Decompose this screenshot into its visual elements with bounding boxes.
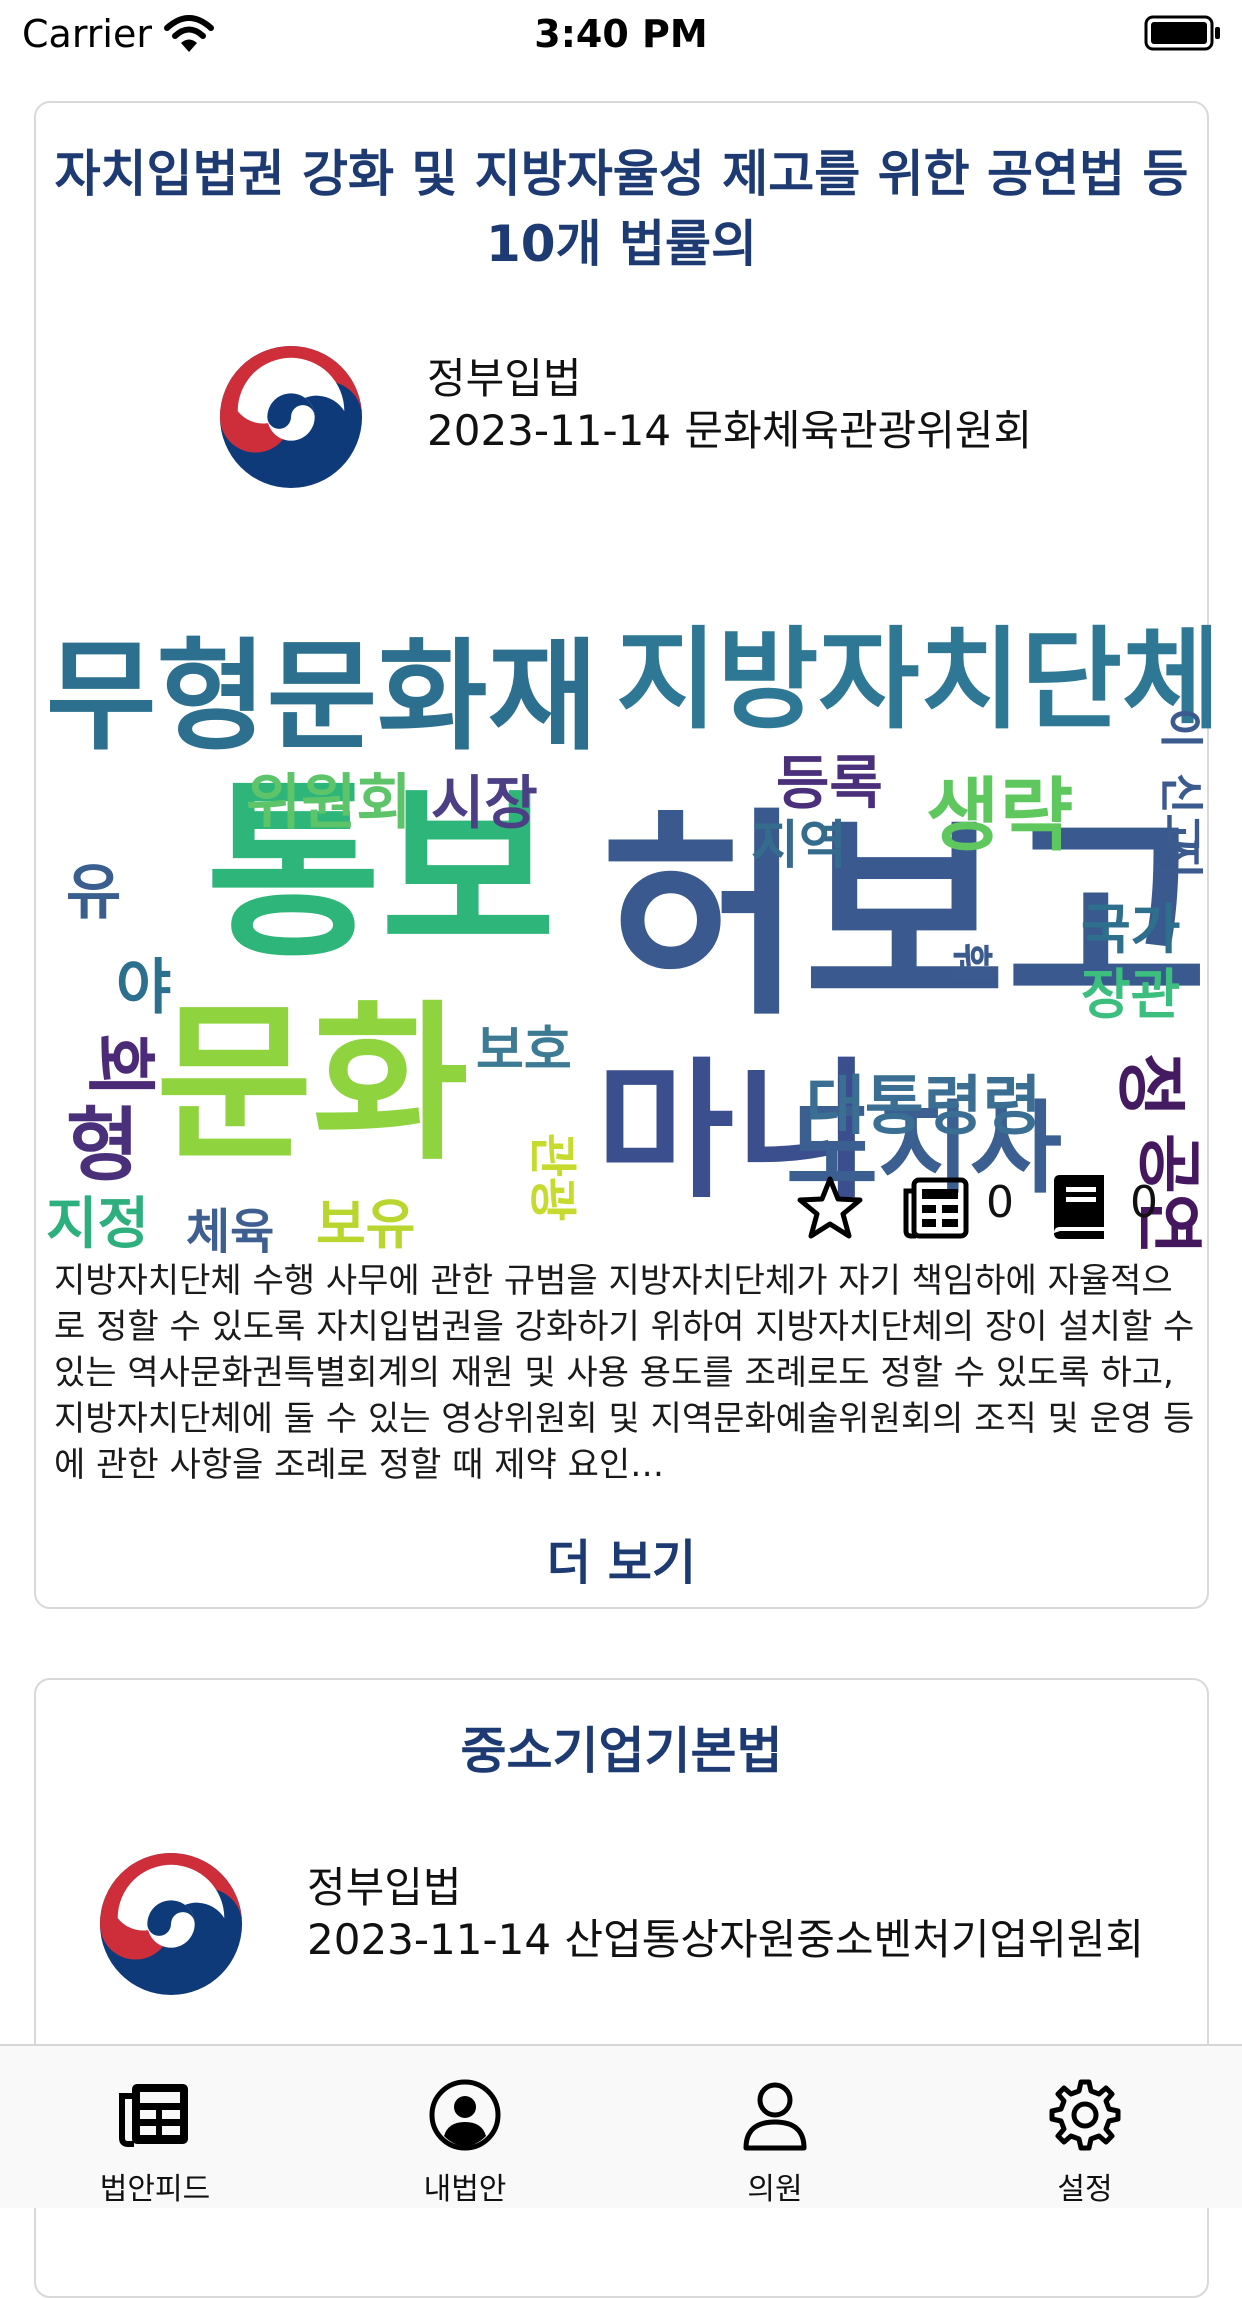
wordcloud-word: 장관: [1081, 963, 1180, 1026]
government-emblem-icon: [99, 1852, 243, 1996]
book-icon[interactable]: [1048, 1173, 1108, 1241]
wordcloud-word: 지정: [46, 1192, 149, 1257]
tab-label: 의원: [747, 2172, 803, 2207]
tab-label: 설정: [1057, 2172, 1113, 2207]
star-icon[interactable]: [796, 1175, 864, 1241]
wordcloud-word: 회: [79, 1033, 161, 1097]
proposer-label: 정부입법: [307, 1863, 462, 1912]
proposer-label: 정부입법: [427, 354, 582, 403]
wordcloud-word: 문화: [156, 986, 469, 1184]
wordcloud-word: 대통령령: [806, 1070, 1042, 1144]
tab-label: 내법안: [423, 2172, 507, 2207]
wordcloud-word: 생략: [926, 769, 1073, 862]
bill-summary: 지방자치단체 수행 사무에 관한 규범을 지방자치단체가 자기 책임하에 자율적…: [54, 1261, 1195, 1485]
bill-title[interactable]: 중소기업기본법: [36, 1716, 1207, 1786]
wordcloud-word: 국가: [1081, 898, 1180, 961]
date-committee-label: 2023-11-14 산업통상자원중소벤처기업위원회: [307, 1915, 1145, 1964]
person-icon: [743, 2082, 807, 2151]
government-emblem-icon: [219, 345, 363, 489]
status-bar: Carrier 3:40 PM: [0, 0, 1242, 66]
newspaper-icon: [119, 2084, 188, 2147]
battery-icon: [1144, 15, 1220, 51]
wordcloud-word: 보호: [476, 1021, 572, 1081]
wordcloud-word: 위원회: [246, 768, 412, 838]
wordcloud-word: 체육: [186, 1204, 274, 1260]
wordcloud-word: 관광: [524, 1133, 580, 1221]
gear-icon: [1049, 2079, 1121, 2151]
wordcloud-word: 등록: [776, 749, 883, 817]
user-circle-icon: [429, 2079, 501, 2151]
tab-label: 법안피드: [99, 2172, 211, 2207]
wordcloud-word: 지: [1155, 838, 1206, 878]
wordcloud-word: 무형문화재: [46, 628, 598, 767]
wordcloud-word: 정: [1109, 1053, 1191, 1117]
date-committee-label: 2023-11-14 문화체육관광위원회: [427, 406, 1033, 455]
bill-title[interactable]: 자치입법권 강화 및 지방자율성 제고를 위한 공연법 등 10개 법률의: [36, 139, 1207, 279]
bill-actions: 0 0: [796, 1169, 1196, 1249]
tab-members[interactable]: 의원: [620, 2046, 930, 2210]
news-icon[interactable]: [902, 1177, 970, 1239]
more-button[interactable]: 더 보기: [36, 1523, 1207, 1593]
tab-my-bills[interactable]: 내법안: [310, 2046, 620, 2210]
news-count: 0: [986, 1177, 1014, 1228]
wordcloud-word: 보유: [316, 1193, 415, 1256]
tab-settings[interactable]: 설정: [930, 2046, 1240, 2210]
wordcloud-word: 유: [66, 858, 121, 928]
bill-card[interactable]: 자치입법권 강화 및 지방자율성 제고를 위한 공연법 등 10개 법률의 정부…: [34, 101, 1211, 1609]
status-time: 3:40 PM: [534, 12, 708, 56]
wordcloud-word: 이: [1155, 708, 1206, 748]
wordcloud-word: 형: [66, 1099, 140, 1192]
wordcloud-word: 지역: [751, 816, 847, 876]
docs-count: 0: [1130, 1177, 1158, 1228]
tab-bar: 법안피드 내법안 의원 설정: [0, 2044, 1242, 2208]
tab-bill-feed[interactable]: 법안피드: [0, 2046, 310, 2210]
bill-meta: 정부입법 2023-11-14 문화체육관광위원회: [427, 353, 1032, 457]
wordcloud-word: 지방자치단체: [616, 616, 1211, 744]
wordcloud-word: 야: [116, 953, 171, 1023]
wordcloud-word: 훼: [945, 943, 996, 983]
bill-meta: 정부입법 2023-11-14 산업통상자원중소벤처기업위원회: [307, 1862, 1144, 1966]
wordcloud-word: 시장: [431, 769, 538, 837]
